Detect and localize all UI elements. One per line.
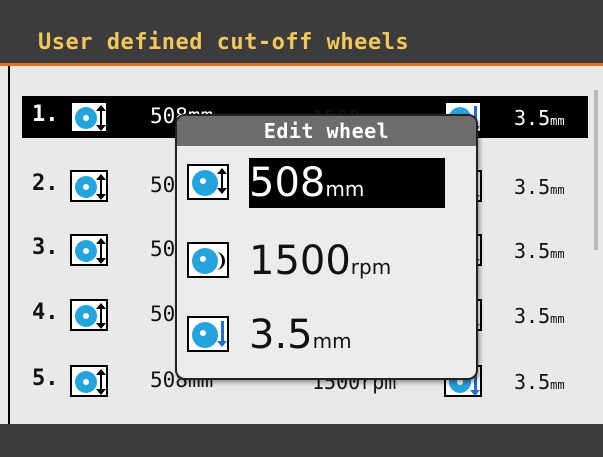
cut-depth-icon	[187, 316, 229, 352]
title-bar: User defined cut-off wheels	[0, 0, 603, 66]
wheel-diameter-icon	[187, 164, 229, 200]
dialog-title: Edit wheel	[177, 116, 476, 146]
row-width: 3.5mm	[514, 304, 565, 328]
scrollbar[interactable]	[594, 90, 598, 250]
speed-input[interactable]: 1500rpm	[249, 236, 391, 286]
row-width: 3.5mm	[514, 175, 565, 199]
width-input[interactable]: 3.5mm	[249, 310, 352, 360]
wheel-diameter-icon	[70, 299, 108, 331]
row-number: 5.	[32, 366, 59, 391]
row-width: 3.5mm	[514, 106, 565, 130]
row-number: 4.	[32, 300, 59, 325]
wheel-speed-icon	[187, 242, 229, 278]
row-width: 3.5mm	[514, 370, 565, 394]
diameter-input[interactable]: 508mm	[249, 158, 445, 208]
wheel-diameter-icon	[70, 365, 108, 397]
row-number: 3.	[32, 235, 59, 260]
wheel-diameter-icon	[70, 234, 108, 266]
page-title: User defined cut-off wheels	[38, 30, 410, 55]
wheel-diameter-icon	[70, 170, 108, 202]
row-number: 2.	[32, 171, 59, 196]
footer-bar	[0, 424, 603, 457]
width-field[interactable]: 3.5mm	[177, 302, 476, 372]
edit-wheel-dialog: Edit wheel 508mm 1500rpm 3.5mm	[175, 114, 478, 380]
wheel-diameter-icon	[70, 101, 108, 133]
diameter-field[interactable]: 508mm	[177, 150, 476, 220]
row-width: 3.5mm	[514, 239, 565, 263]
speed-field[interactable]: 1500rpm	[177, 228, 476, 298]
row-number: 1.	[32, 102, 59, 127]
